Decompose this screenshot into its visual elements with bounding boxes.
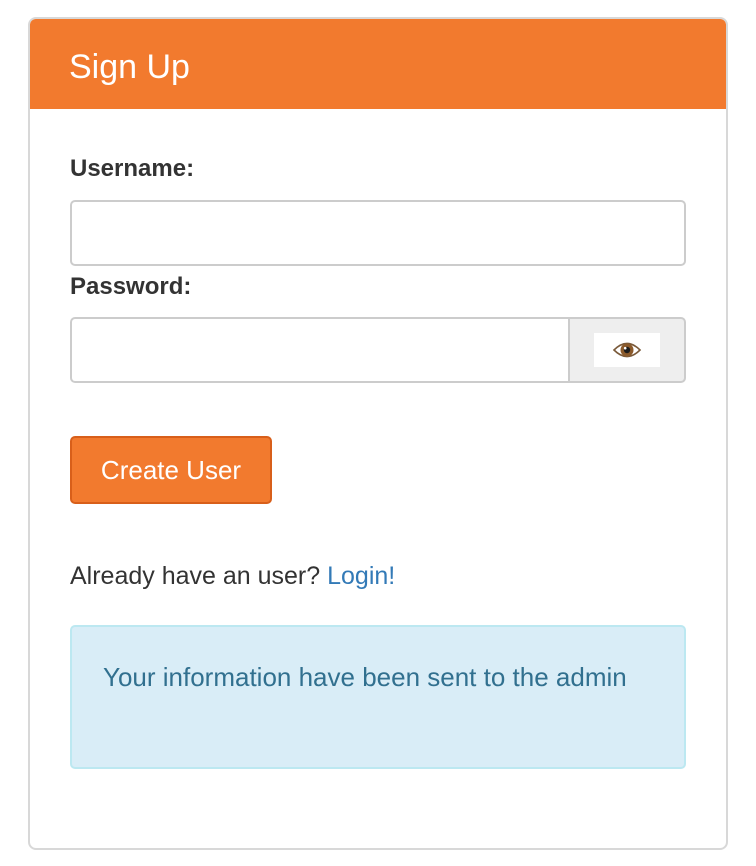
panel-heading: Sign Up [30, 19, 726, 109]
alert-message: Your information have been sent to the a… [103, 662, 627, 692]
username-label: Username: [70, 155, 195, 182]
create-user-button[interactable]: Create User [70, 436, 272, 504]
password-input[interactable] [70, 317, 568, 383]
login-prompt-text: Already have an user? [70, 562, 321, 590]
password-label: Password: [70, 273, 192, 300]
signup-panel: Sign Up Username: Password: Create User … [28, 17, 728, 850]
login-prompt: Already have an user? Login! [70, 561, 395, 591]
panel-title: Sign Up [69, 48, 190, 86]
password-group [70, 317, 686, 383]
login-link[interactable]: Login! [327, 562, 395, 590]
toggle-password-button[interactable] [568, 317, 686, 383]
eye-icon [594, 333, 660, 367]
info-alert: Your information have been sent to the a… [70, 625, 686, 769]
username-input[interactable] [70, 200, 686, 266]
